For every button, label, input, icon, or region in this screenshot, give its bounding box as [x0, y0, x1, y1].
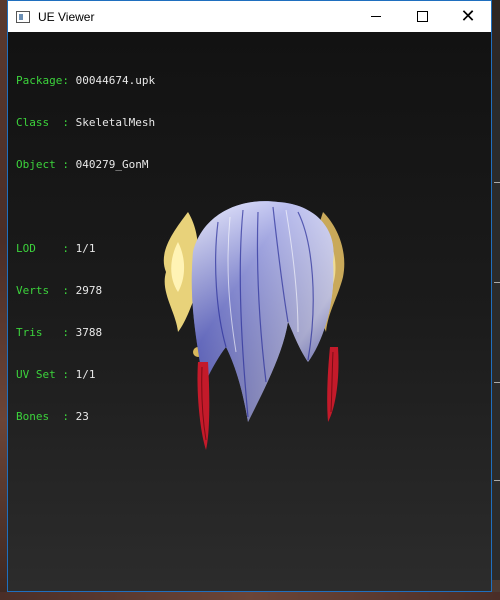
maximize-button[interactable] [399, 1, 445, 32]
3d-viewport[interactable]: Package: 00044674.upk Class : SkeletalMe… [8, 32, 491, 591]
red-tassel-right [327, 347, 339, 422]
minimize-button[interactable] [353, 1, 399, 32]
info-row-bones: Bones : 23 [16, 410, 89, 423]
info-row-uvset: UV Set : 1/1 [16, 368, 96, 381]
mesh-info-overlay: Package: 00044674.upk Class : SkeletalMe… [16, 46, 155, 452]
close-button[interactable]: ✕ [445, 1, 491, 32]
info-row-class: Class : SkeletalMesh [16, 116, 156, 129]
ue-viewer-window: UE Viewer ✕ Package: 00044674.upk Class … [7, 0, 492, 592]
background-tick [494, 182, 500, 183]
info-row-lod: LOD : 1/1 [16, 242, 96, 255]
hair-mesh-render[interactable] [148, 182, 388, 462]
background-tick [494, 382, 500, 383]
window-title: UE Viewer [38, 9, 95, 24]
background-tick [494, 282, 500, 283]
background-tick [494, 480, 500, 481]
background-window-edge [492, 110, 500, 580]
info-row-verts: Verts : 2978 [16, 284, 103, 297]
info-row-object: Object : 040279_GonM [16, 158, 149, 171]
desktop-background-bottom [0, 592, 500, 600]
app-icon[interactable] [16, 10, 30, 23]
info-row-tris: Tris : 3788 [16, 326, 103, 339]
red-tassel-left [197, 362, 210, 450]
info-row-package: Package: 00044674.upk [16, 74, 156, 87]
title-bar[interactable]: UE Viewer ✕ [8, 1, 491, 32]
